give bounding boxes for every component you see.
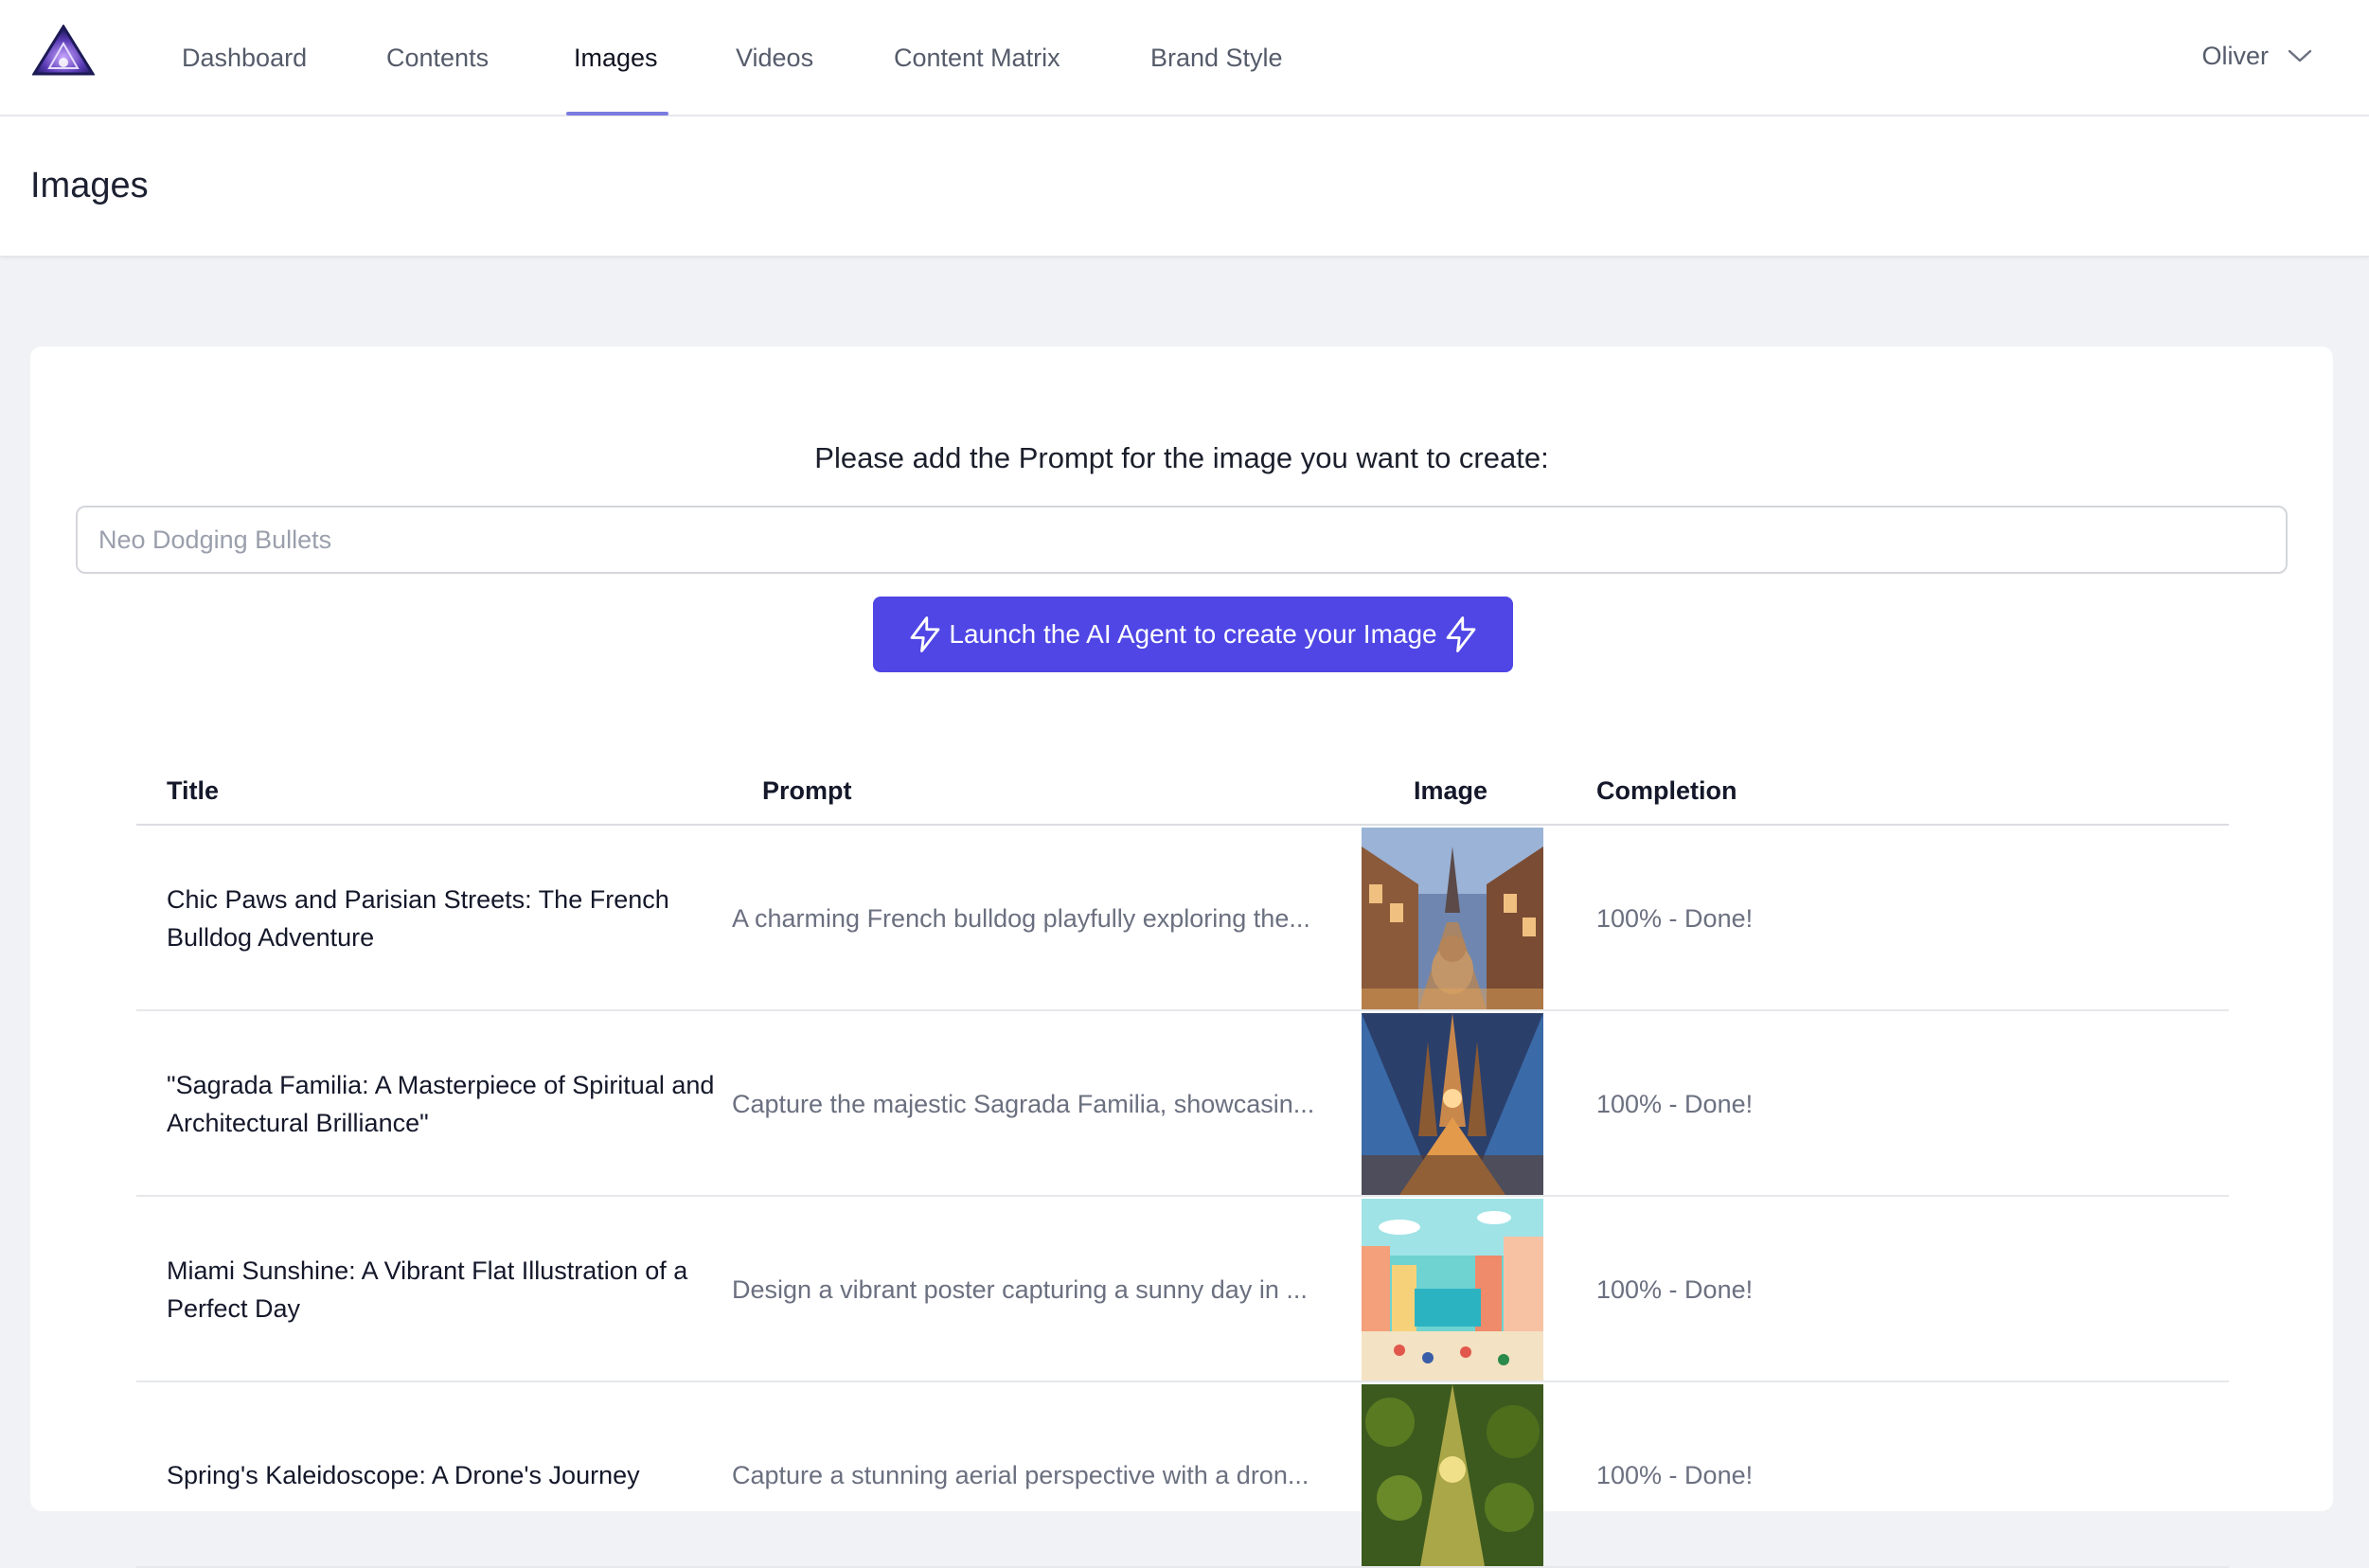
page-header: Images bbox=[0, 116, 2369, 257]
table-row[interactable]: "Sagrada Familia: A Masterpiece of Spiri… bbox=[136, 1011, 2229, 1197]
table-row[interactable]: Spring's Kaleidoscope: A Drone's Journey… bbox=[136, 1382, 2229, 1568]
nav-videos[interactable]: Videos bbox=[736, 0, 813, 116]
nav-content-matrix[interactable]: Content Matrix bbox=[894, 0, 1060, 116]
aerial-forest-thumbnail[interactable] bbox=[1362, 1384, 1543, 1566]
logo-triangle-icon bbox=[31, 24, 96, 76]
launch-ai-agent-button[interactable]: Launch the AI Agent to create your Image bbox=[873, 597, 1513, 672]
page-title: Images bbox=[30, 166, 149, 205]
active-tab-indicator bbox=[566, 112, 668, 116]
lightning-icon bbox=[1446, 616, 1476, 652]
row-completion-status: 100% - Done! bbox=[1596, 903, 1754, 933]
nav-dashboard[interactable]: Dashboard bbox=[182, 0, 307, 116]
paris-street-bulldog-thumbnail[interactable] bbox=[1362, 828, 1543, 1009]
lightning-icon bbox=[910, 616, 940, 652]
table-row[interactable]: Chic Paws and Parisian Streets: The Fren… bbox=[136, 826, 2229, 1011]
row-prompt: Capture a stunning aerial perspective wi… bbox=[732, 1460, 1309, 1489]
row-prompt: Design a vibrant poster capturing a sunn… bbox=[732, 1274, 1308, 1304]
row-title: Spring's Kaleidoscope: A Drone's Journey bbox=[167, 1461, 640, 1489]
table-row[interactable]: Miami Sunshine: A Vibrant Flat Illustrat… bbox=[136, 1197, 2229, 1382]
prompt-label: Please add the Prompt for the image you … bbox=[814, 441, 1549, 474]
nav-contents[interactable]: Contents bbox=[386, 0, 489, 116]
row-completion-status: 100% - Done! bbox=[1596, 1274, 1754, 1304]
sagrada-familia-thumbnail[interactable] bbox=[1362, 1013, 1543, 1195]
column-header-prompt: Prompt bbox=[762, 776, 852, 805]
column-header-image: Image bbox=[1414, 776, 1488, 805]
chevron-down-icon bbox=[2288, 49, 2312, 62]
row-title: "Sagrada Familia: A Masterpiece of Spiri… bbox=[167, 1071, 715, 1137]
row-completion-status: 100% - Done! bbox=[1596, 1089, 1754, 1118]
image-generator-card: Please add the Prompt for the image you … bbox=[30, 347, 2333, 1568]
column-header-completion: Completion bbox=[1596, 776, 1737, 805]
prompt-input[interactable] bbox=[76, 506, 2288, 574]
table-header: Title Prompt Image Completion bbox=[136, 754, 2229, 826]
images-table: Title Prompt Image Completion Chic Paws … bbox=[136, 754, 2229, 1568]
launch-button-label: Launch the AI Agent to create your Image bbox=[949, 619, 1437, 649]
nav-brand-style[interactable]: Brand Style bbox=[1150, 0, 1283, 116]
row-prompt: A charming French bulldog playfully expl… bbox=[732, 903, 1310, 933]
row-title: Chic Paws and Parisian Streets: The Fren… bbox=[167, 885, 669, 952]
top-navigation: Dashboard Contents Images Videos Content… bbox=[0, 0, 2369, 116]
row-prompt: Capture the majestic Sagrada Familia, sh… bbox=[732, 1089, 1315, 1118]
user-name: Oliver bbox=[2201, 41, 2269, 70]
miami-poster-thumbnail[interactable] bbox=[1362, 1199, 1543, 1381]
column-header-title: Title bbox=[167, 776, 220, 805]
row-title: Miami Sunshine: A Vibrant Flat Illustrat… bbox=[167, 1256, 688, 1323]
nav-images[interactable]: Images bbox=[574, 0, 658, 116]
user-menu[interactable]: Oliver bbox=[2201, 0, 2312, 112]
row-completion-status: 100% - Done! bbox=[1596, 1460, 1754, 1489]
app-logo[interactable] bbox=[31, 24, 96, 80]
